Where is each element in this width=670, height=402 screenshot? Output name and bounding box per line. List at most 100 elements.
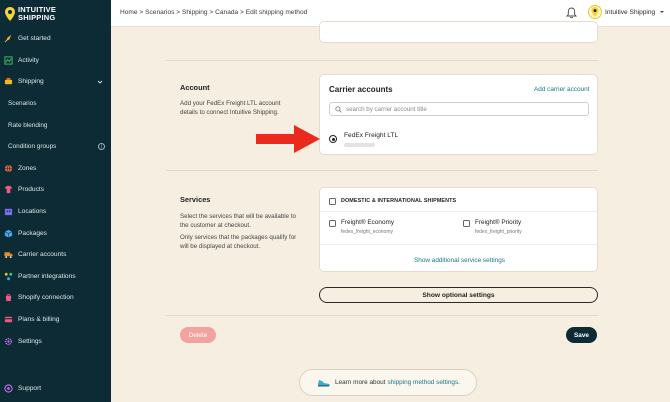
avatar[interactable] <box>588 5 602 19</box>
sidebar-item-products[interactable]: Products <box>0 179 111 201</box>
carrier-account-detail-placeholder <box>344 143 375 147</box>
services-description-1: Select the services that will be availab… <box>180 213 296 229</box>
sidebar-item-plans-billing[interactable]: Plans & billing <box>0 309 111 331</box>
sidebar-item-shipping[interactable]: Shipping <box>0 71 111 93</box>
sidebar-item-label: Condition groups <box>8 143 57 151</box>
shipping-icon <box>4 78 13 85</box>
sidebar-nav: Get started Activity Shipping Scenarios … <box>0 28 111 352</box>
show-optional-settings-button[interactable]: Show optional settings <box>319 287 598 303</box>
services-title: Services <box>180 195 211 204</box>
learn-more-suffix: . <box>458 379 460 386</box>
priority-service-name[interactable]: Freight® Priority <box>475 219 521 226</box>
carrier-account-name[interactable]: FedEx Freight LTL <box>344 132 398 139</box>
learn-more-banner: Learn more about shipping method setting… <box>299 369 477 396</box>
sidebar-item-label: Carrier accounts <box>18 251 67 259</box>
search-icon <box>335 106 342 113</box>
activity-icon <box>4 56 13 65</box>
chevron-down-icon[interactable] <box>659 9 665 15</box>
sidebar-item-label: Products <box>18 186 45 194</box>
sidebar-item-label: Locations <box>18 208 47 216</box>
info-icon[interactable]: i <box>98 142 105 150</box>
sidebar-item-label: Shopify connection <box>18 294 74 302</box>
location-pin-icon <box>5 7 15 21</box>
shopify-icon <box>5 294 12 302</box>
services-group-label: DOMESTIC & INTERNATIONAL SHIPMENTS <box>341 198 457 204</box>
box-icon <box>4 229 13 238</box>
sidebar-item-condition-groups[interactable]: Condition groups i <box>0 135 111 158</box>
sidebar-item-label: Partner integrations <box>18 272 76 280</box>
sidebar-item-label: Settings <box>18 337 42 345</box>
location-pin-icon <box>591 7 599 17</box>
main-content: Account Add your FedEx Freight LTL accou… <box>111 21 670 402</box>
sidebar-item-label: Zones <box>18 164 37 172</box>
sidebar-item-label: Plans & billing <box>18 316 60 324</box>
gear-icon <box>4 337 13 345</box>
sidebar-item-label: Packages <box>18 229 47 237</box>
breadcrumb[interactable]: Home > Scenarios > Shipping > Canada > E… <box>120 9 307 16</box>
account-title: Account <box>180 83 210 92</box>
shipping-method-settings-link[interactable]: shipping method settings <box>387 379 458 386</box>
services-description-2: Only services that the packages qualify … <box>180 234 297 250</box>
economy-service-code: fedex_freight_economy <box>341 229 393 235</box>
sidebar-item-partner-integrations[interactable]: Partner integrations <box>0 266 111 288</box>
sidebar-item-label: Shipping <box>18 78 44 86</box>
sidebar-item-label: Activity <box>18 56 39 64</box>
billing-icon <box>4 316 13 323</box>
previous-card <box>319 21 598 43</box>
economy-service-name[interactable]: Freight® Economy <box>341 219 394 226</box>
shirt-icon <box>4 186 13 194</box>
save-button[interactable]: Save <box>566 327 597 343</box>
section-divider <box>166 315 598 316</box>
economy-checkbox[interactable] <box>329 220 336 227</box>
shoe-icon <box>318 379 330 386</box>
red-arrow-pointer <box>256 125 320 153</box>
chevron-down-icon[interactable] <box>97 79 103 85</box>
services-card: DOMESTIC & INTERNATIONAL SHIPMENTS Freig… <box>319 187 598 272</box>
sidebar-item-support[interactable]: Support <box>4 384 41 393</box>
integrations-icon <box>4 272 13 281</box>
brand-logo[interactable]: INTUITIVE SHIPPING <box>5 4 105 24</box>
section-divider <box>166 170 598 171</box>
priority-service-code: fedex_freight_priority <box>475 229 522 235</box>
sidebar: INTUITIVE SHIPPING Get started Activity … <box>0 0 111 402</box>
globe-icon <box>4 164 13 173</box>
sidebar-item-zones[interactable]: Zones <box>0 158 111 180</box>
user-name[interactable]: Intuitive Shipping <box>605 9 655 16</box>
breadcrumb-text[interactable]: Home > Scenarios > Shipping > Canada > E… <box>120 9 307 16</box>
sidebar-item-carrier-accounts[interactable]: Carrier accounts <box>0 244 111 266</box>
carrier-accounts-title: Carrier accounts <box>329 85 393 94</box>
bell-icon[interactable] <box>566 7 577 19</box>
show-additional-service-settings-link[interactable]: Show additional service settings <box>414 257 505 264</box>
search-input[interactable] <box>346 104 581 115</box>
account-description: Add your FedEx Freight LTL account detai… <box>180 100 281 116</box>
learn-more-prefix: Learn more about <box>335 379 386 386</box>
services-separator <box>320 244 597 245</box>
sidebar-item-rate-blending[interactable]: Rate blending <box>0 114 111 136</box>
sidebar-item-label: Rate blending <box>8 121 48 129</box>
support-label: Support <box>18 385 42 392</box>
sidebar-item-label: Get started <box>18 35 51 43</box>
sidebar-item-locations[interactable]: Locations <box>0 201 111 223</box>
services-separator <box>320 211 597 212</box>
sidebar-item-scenarios[interactable]: Scenarios <box>0 92 111 115</box>
truck-icon <box>4 252 13 259</box>
user-menu[interactable]: Intuitive Shipping <box>588 5 665 19</box>
carrier-radio-selected[interactable] <box>329 135 337 143</box>
priority-checkbox[interactable] <box>463 220 470 227</box>
building-icon <box>4 208 13 216</box>
domestic-international-checkbox[interactable] <box>329 198 336 205</box>
add-carrier-account-link[interactable]: Add carrier account <box>534 86 589 93</box>
brand-name-line2: SHIPPING <box>18 13 56 22</box>
delete-button[interactable]: Delete <box>180 327 216 343</box>
carrier-accounts-card: Carrier accounts Add carrier account Fed… <box>319 74 598 155</box>
sidebar-item-label: Scenarios <box>8 100 37 108</box>
sidebar-item-get-started[interactable]: Get started <box>0 28 111 50</box>
rocket-icon <box>4 35 12 43</box>
sidebar-item-settings[interactable]: Settings <box>0 330 111 352</box>
sidebar-item-shopify-connection[interactable]: Shopify connection <box>0 287 111 309</box>
sidebar-item-activity[interactable]: Activity <box>0 50 111 72</box>
sidebar-item-packages[interactable]: Packages <box>0 222 111 244</box>
carrier-search-box[interactable] <box>329 102 589 116</box>
help-icon <box>4 384 13 393</box>
section-divider <box>166 60 598 61</box>
